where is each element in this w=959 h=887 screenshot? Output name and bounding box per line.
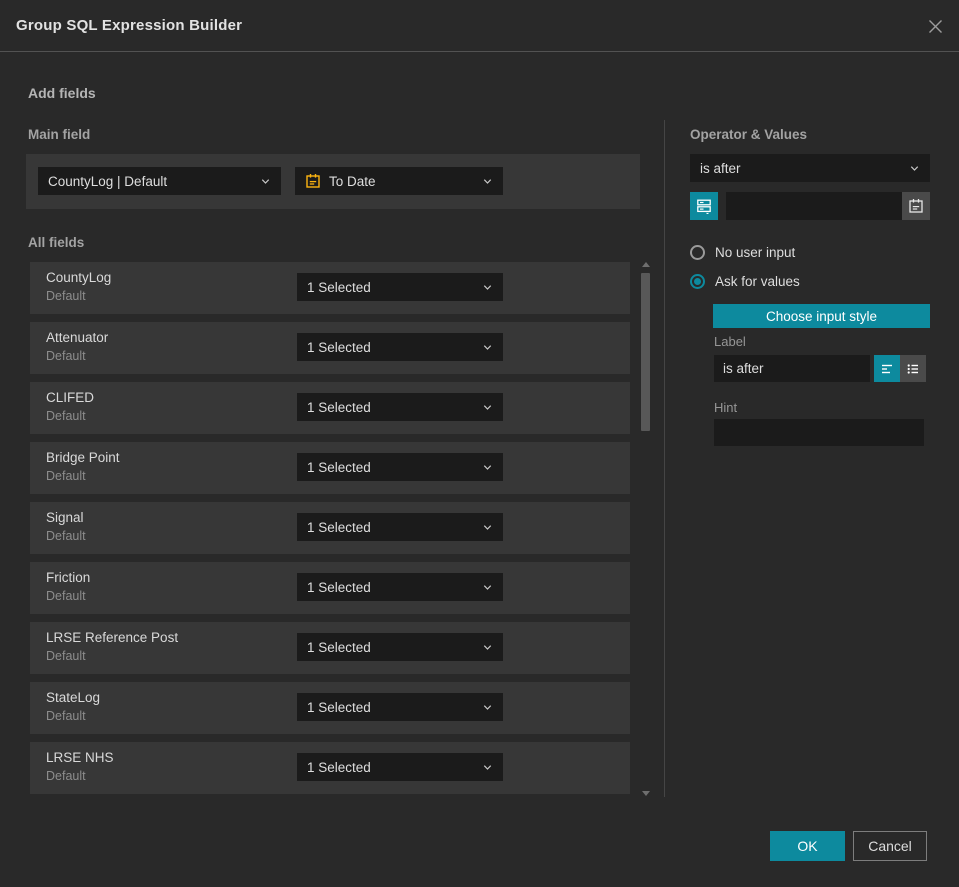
field-selection-dropdown[interactable]: 1 Selected	[297, 393, 503, 421]
field-selection-value: 1 Selected	[307, 279, 371, 295]
unique-values-button[interactable]	[690, 192, 718, 220]
field-selection-dropdown[interactable]: 1 Selected	[297, 333, 503, 361]
field-selection-value: 1 Selected	[307, 339, 371, 355]
ask-for-values-label: Ask for values	[715, 274, 800, 289]
ok-button[interactable]: OK	[770, 831, 845, 861]
chevron-down-icon	[483, 344, 492, 350]
field-row: Friction Default 1 Selected	[30, 562, 630, 614]
main-field-select[interactable]: CountyLog | Default	[38, 167, 281, 195]
chevron-down-icon	[483, 764, 492, 770]
field-selection-dropdown[interactable]: 1 Selected	[297, 513, 503, 541]
field-row: Bridge Point Default 1 Selected	[30, 442, 630, 494]
chevron-down-icon	[483, 584, 492, 590]
field-selection-value: 1 Selected	[307, 759, 371, 775]
date-picker-button[interactable]	[902, 192, 930, 220]
field-selection-value: 1 Selected	[307, 639, 371, 655]
dialog-title: Group SQL Expression Builder	[16, 17, 243, 34]
ask-for-values-radio[interactable]: Ask for values	[690, 274, 800, 289]
calendar-icon	[306, 174, 320, 188]
calendar-icon	[909, 199, 923, 213]
chevron-down-icon	[483, 284, 492, 290]
radio-selected-icon	[690, 274, 705, 289]
cancel-button[interactable]: Cancel	[853, 831, 927, 861]
chevron-down-icon	[483, 404, 492, 410]
hint-caption: Hint	[714, 400, 738, 415]
list-values-icon	[907, 363, 918, 374]
value-input-row	[690, 192, 930, 220]
group-sql-expression-builder-dialog: Group SQL Expression Builder Add fields …	[0, 0, 959, 887]
field-row: LRSE NHS Default 1 Selected	[30, 742, 630, 794]
field-row: StateLog Default 1 Selected	[30, 682, 630, 734]
main-field-panel: CountyLog | Default To Date	[26, 154, 640, 209]
operator-select-value: is after	[700, 160, 741, 176]
no-user-input-radio[interactable]: No user input	[690, 245, 795, 260]
single-line-style-button[interactable]	[874, 355, 900, 382]
scrollbar-up-arrow-icon[interactable]	[642, 262, 650, 267]
main-field-date-select[interactable]: To Date	[295, 167, 503, 195]
no-user-input-label: No user input	[715, 245, 796, 260]
field-selection-value: 1 Selected	[307, 519, 371, 535]
field-row: CLIFED Default 1 Selected	[30, 382, 630, 434]
list-values-style-button[interactable]	[900, 355, 926, 382]
field-row: Signal Default 1 Selected	[30, 502, 630, 554]
field-selection-dropdown[interactable]: 1 Selected	[297, 753, 503, 781]
main-field-date-value: To Date	[329, 173, 376, 189]
label-caption: Label	[714, 334, 746, 349]
chevron-down-icon	[483, 704, 492, 710]
close-button[interactable]	[925, 16, 945, 36]
dialog-titlebar: Group SQL Expression Builder	[0, 0, 959, 52]
value-input[interactable]	[726, 192, 902, 220]
field-selection-value: 1 Selected	[307, 459, 371, 475]
field-selection-dropdown[interactable]: 1 Selected	[297, 273, 503, 301]
choose-input-style-button[interactable]: Choose input style	[713, 304, 930, 328]
field-selection-value: 1 Selected	[307, 699, 371, 715]
operator-values-heading: Operator & Values	[690, 127, 808, 142]
chevron-down-icon	[483, 524, 492, 530]
chevron-down-icon	[261, 178, 270, 184]
field-selection-dropdown[interactable]: 1 Selected	[297, 453, 503, 481]
field-selection-dropdown[interactable]: 1 Selected	[297, 693, 503, 721]
main-field-heading: Main field	[28, 127, 91, 142]
close-icon	[928, 19, 942, 33]
field-row: Attenuator Default 1 Selected	[30, 322, 630, 374]
all-fields-heading: All fields	[28, 235, 85, 250]
label-input[interactable]	[714, 355, 870, 382]
operator-select[interactable]: is after	[690, 154, 930, 182]
column-divider	[664, 120, 665, 797]
hint-input[interactable]	[714, 419, 924, 446]
field-selection-value: 1 Selected	[307, 399, 371, 415]
input-style-toggle-group	[874, 355, 926, 382]
field-row: LRSE Reference Post Default 1 Selected	[30, 622, 630, 674]
field-selection-dropdown[interactable]: 1 Selected	[297, 573, 503, 601]
radio-unselected-icon	[690, 245, 705, 260]
all-fields-list: CountyLog Default 1 Selected Attenuator …	[30, 262, 630, 802]
field-selection-dropdown[interactable]: 1 Selected	[297, 633, 503, 661]
chevron-down-icon	[483, 464, 492, 470]
field-selection-value: 1 Selected	[307, 579, 371, 595]
single-line-input-icon	[882, 364, 892, 373]
chevron-down-icon	[483, 644, 492, 650]
add-fields-heading: Add fields	[28, 85, 96, 101]
scrollbar-thumb[interactable]	[641, 273, 650, 431]
scrollbar-down-arrow-icon[interactable]	[642, 791, 650, 796]
list-scrollbar[interactable]	[640, 260, 652, 798]
field-row: CountyLog Default 1 Selected	[30, 262, 630, 314]
unique-values-stack-icon	[697, 199, 711, 214]
label-input-row	[714, 355, 926, 382]
chevron-down-icon	[910, 165, 919, 171]
chevron-down-icon	[483, 178, 492, 184]
main-field-select-value: CountyLog | Default	[48, 173, 168, 189]
